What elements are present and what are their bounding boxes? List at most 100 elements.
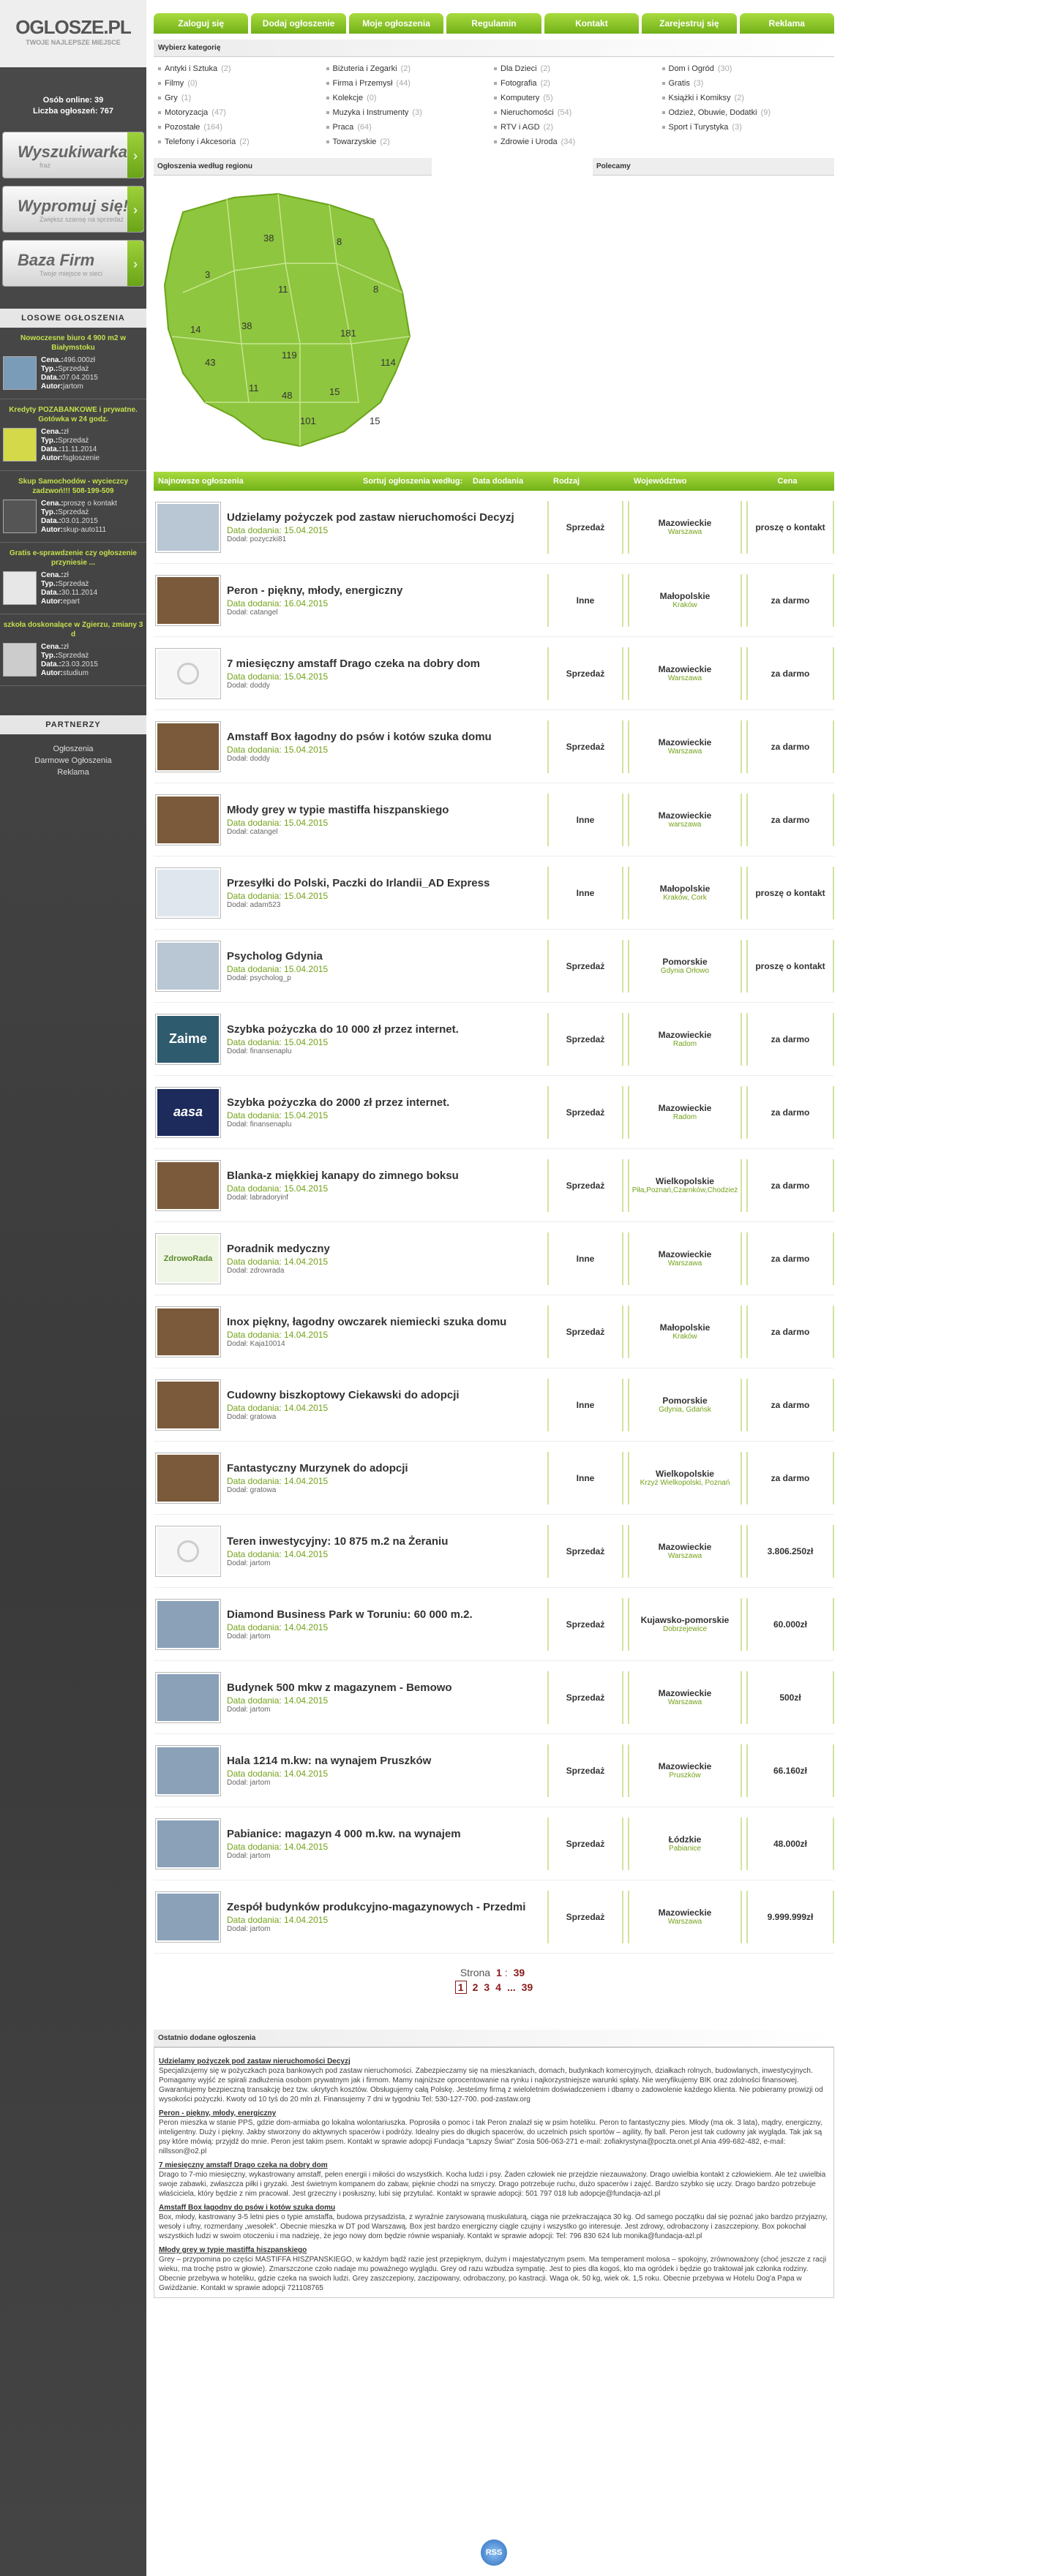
side-button-2[interactable]: Baza Firm Twoje miejsce w sieci › [2, 240, 144, 287]
ad-title[interactable]: Budynek 500 mkw z magazynem - Bemowo [227, 1681, 543, 1694]
category-name[interactable]: Motoryzacja [165, 108, 208, 117]
nav-reklama[interactable]: Reklama [739, 13, 834, 34]
ad-thumbnail[interactable] [155, 867, 221, 919]
ad-row[interactable]: Teren inwestycyjny: 10 875 m.2 na Żerani… [154, 1515, 834, 1588]
ad-row[interactable]: Hala 1214 m.kw: na wynajem Pruszków Data … [154, 1734, 834, 1807]
partner-link[interactable]: Ogłoszenia [0, 743, 146, 755]
region-count[interactable]: 119 [282, 350, 297, 361]
ad-thumbnail[interactable] [155, 1818, 221, 1869]
nav-dodaj-ogłoszenie[interactable]: Dodaj ogłoszenie [251, 13, 346, 34]
category-item[interactable]: Fotografia (2) [494, 79, 662, 88]
ad-thumbnail[interactable] [155, 794, 221, 846]
ad-title[interactable]: Psycholog Gdynia [227, 950, 543, 963]
ad-title[interactable]: Szybka pożyczka do 10 000 zł przez inter… [227, 1023, 543, 1036]
random-ad-thumbnail[interactable] [3, 571, 37, 605]
ad-row[interactable]: aasa Szybka pożyczka do 2000 zł przez int… [154, 1076, 834, 1149]
ad-row[interactable]: Udzielamy pożyczek pod zastaw nieruchomo… [154, 491, 834, 564]
category-item[interactable]: Sport i Turystyka (3) [661, 123, 831, 132]
region-count[interactable]: 15 [370, 415, 380, 426]
ad-row[interactable]: Pabianice: magazyn 4 000 m.kw. na wynaje… [154, 1807, 834, 1880]
random-ad-title[interactable]: Kredyty POZABANKOWE i prywatne. Gotówka … [3, 405, 143, 424]
category-name[interactable]: Gratis [669, 79, 690, 88]
category-item[interactable]: RTV i AGD (2) [494, 123, 662, 132]
ad-row[interactable]: Cudowny biszkoptowy Ciekawski do adopcji… [154, 1368, 834, 1442]
page-link[interactable]: 1 [454, 1981, 467, 1994]
ad-title[interactable]: Poradnik medyczny [227, 1243, 543, 1255]
category-name[interactable]: Praca [333, 123, 354, 132]
random-ad-thumbnail[interactable] [3, 643, 37, 677]
category-name[interactable]: Kolekcje [333, 94, 364, 102]
page-link[interactable]: 2 [473, 1981, 479, 1993]
category-item[interactable]: Pozostałe (164) [158, 123, 326, 132]
category-item[interactable]: Filmy (0) [158, 79, 326, 88]
category-name[interactable]: Komputery [501, 94, 539, 102]
category-name[interactable]: Odzież, Obuwie, Dodatki [669, 108, 757, 117]
random-ad[interactable]: szkoła doskonalące w Zgierzu, zmiany 3 d… [0, 614, 146, 686]
sort-by-price[interactable]: Cena [751, 477, 824, 486]
ad-row[interactable]: Przesyłki do Polski, Paczki do Irlandii_… [154, 856, 834, 930]
ad-row[interactable]: Amstaff Box łagodny do psów i kotów szuk… [154, 710, 834, 783]
ad-title[interactable]: Peron - piękny, młody, energiczny [227, 584, 543, 597]
ad-thumbnail[interactable] [155, 720, 221, 772]
ad-thumbnail[interactable] [155, 1598, 221, 1650]
category-item[interactable]: Zdrowie i Uroda (34) [494, 138, 662, 146]
sort-by-region[interactable]: Województwo [634, 477, 751, 486]
category-name[interactable]: Sport i Turystyka [669, 123, 729, 132]
category-item[interactable]: Praca (64) [326, 123, 495, 132]
category-name[interactable]: Antyki i Sztuka [165, 64, 217, 73]
random-ad[interactable]: Skup Samochodów - wycieczcy zadzwoń!!! 5… [0, 471, 146, 543]
ad-thumbnail[interactable]: Zaime [155, 1013, 221, 1065]
category-item[interactable]: Komputery (5) [494, 94, 662, 102]
ad-row[interactable]: Młody grey w typie mastiffa hiszpanskieg… [154, 783, 834, 856]
ad-row[interactable]: ZdrowoRada Poradnik medyczny Data dodania:… [154, 1222, 834, 1295]
region-count[interactable]: 38 [241, 320, 252, 331]
category-name[interactable]: Dom i Ogród [669, 64, 714, 73]
ad-title[interactable]: Teren inwestycyjny: 10 875 m.2 na Żerani… [227, 1535, 543, 1548]
recent-ad-title[interactable]: Udzielamy pożyczek pod zastaw nieruchomo… [159, 2057, 829, 2066]
category-item[interactable]: Gry (1) [158, 94, 326, 102]
ad-title[interactable]: Fantastyczny Murzynek do adopcji [227, 1462, 543, 1475]
nav-moje-ogłoszenia[interactable]: Moje ogłoszenia [348, 13, 444, 34]
ad-row[interactable]: Psycholog Gdynia Data dodania: 15.04.2015… [154, 930, 834, 1003]
category-name[interactable]: Muzyka i Instrumenty [333, 108, 409, 117]
random-ad-thumbnail[interactable] [3, 500, 37, 533]
random-ad-thumbnail[interactable] [3, 428, 37, 462]
ad-row[interactable]: Zaime Szybka pożyczka do 10 000 zł przez … [154, 1003, 834, 1076]
ad-row[interactable]: Peron - piękny, młody, energiczny Data do… [154, 564, 834, 637]
logo[interactable]: OGLOSZE.PL TWOJE NAJLEPSZE MIEJSCE [0, 0, 146, 67]
ad-thumbnail[interactable] [155, 1379, 221, 1431]
random-ad[interactable]: Gratis e-sprawdzenie czy ogłoszenie przy… [0, 543, 146, 614]
region-count[interactable]: 101 [300, 415, 316, 426]
category-item[interactable]: Firma i Przemysł (44) [326, 79, 495, 88]
region-map[interactable]: 38 8 3 11 8 14 38 181 119 43 114 11 48 15 101 15 [154, 183, 432, 461]
ad-thumbnail[interactable] [155, 1452, 221, 1504]
category-name[interactable]: Telefony i Akcesoria [165, 138, 236, 146]
recent-ad-title[interactable]: Peron - piękny, młody, energiczny [159, 2109, 829, 2118]
ad-thumbnail[interactable]: ZdrowoRada [155, 1232, 221, 1284]
random-ad[interactable]: Kredyty POZABANKOWE i prywatne. Gotówka … [0, 399, 146, 471]
category-name[interactable]: Gry [165, 94, 178, 102]
region-count[interactable]: 43 [205, 357, 215, 368]
category-name[interactable]: Pozostałe [165, 123, 200, 132]
random-ad-title[interactable]: szkoła doskonalące w Zgierzu, zmiany 3 d [3, 620, 143, 639]
ad-title[interactable]: Blanka-z miękkiej kanapy do zimnego boks… [227, 1170, 543, 1182]
region-count[interactable]: 3 [205, 269, 210, 280]
ad-thumbnail[interactable]: aasa [155, 1086, 221, 1138]
category-name[interactable]: Dla Dzieci [501, 64, 537, 73]
region-count[interactable]: 181 [340, 328, 356, 339]
ad-title[interactable]: Cudowny biszkoptowy Ciekawski do adopcji [227, 1389, 543, 1401]
region-count[interactable]: 8 [373, 284, 378, 295]
nav-zarejestruj-się[interactable]: Zarejestruj się [642, 13, 737, 34]
region-count[interactable]: 114 [381, 357, 396, 368]
ad-thumbnail[interactable] [155, 1744, 221, 1796]
region-count[interactable]: 15 [329, 386, 340, 397]
category-name[interactable]: Książki i Komiksy [669, 94, 731, 102]
ad-title[interactable]: Inox piękny, łagodny owczarek niemiecki … [227, 1316, 543, 1328]
ad-thumbnail[interactable] [155, 574, 221, 626]
ad-thumbnail[interactable] [155, 501, 221, 553]
ad-title[interactable]: Szybka pożyczka do 2000 zł przez interne… [227, 1096, 543, 1109]
ad-thumbnail[interactable] [155, 1525, 221, 1577]
ad-title[interactable]: Amstaff Box łagodny do psów i kotów szuk… [227, 731, 543, 743]
category-item[interactable]: Nieruchomości (54) [494, 108, 662, 117]
partner-link[interactable]: Reklama [0, 767, 146, 778]
